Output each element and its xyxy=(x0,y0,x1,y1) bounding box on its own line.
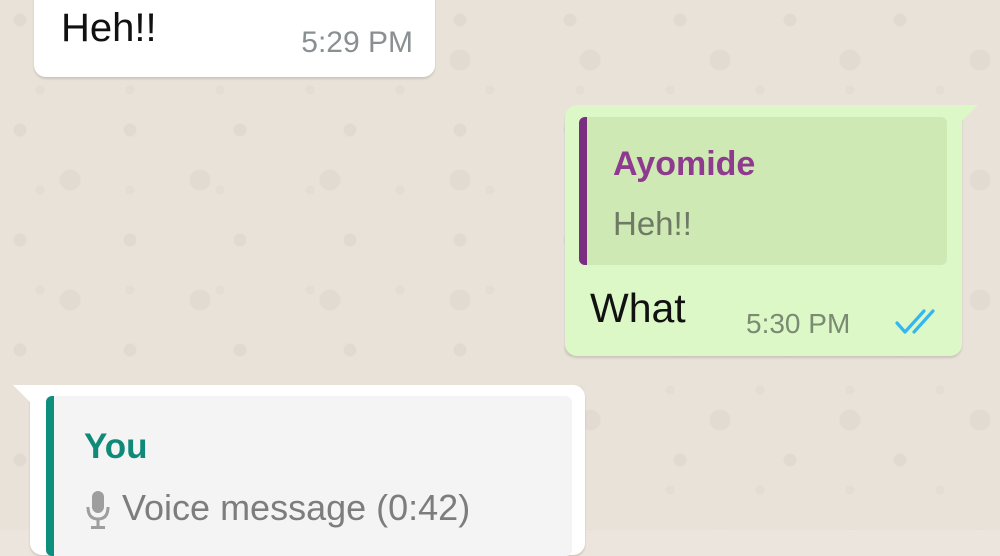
mic-icon xyxy=(86,491,110,529)
message-bubble-outgoing[interactable]: Ayomide Heh!! What 5:30 PM xyxy=(565,105,978,356)
message-time: 5:30 PM xyxy=(746,308,851,339)
quoted-author: You xyxy=(84,427,148,466)
quoted-message[interactable]: You Voice message (0:42) xyxy=(46,396,572,556)
quoted-message[interactable]: Ayomide Heh!! xyxy=(579,117,947,265)
quote-accent-bar xyxy=(46,396,54,556)
message-time: 5:29 PM xyxy=(301,26,413,59)
message-text: What xyxy=(590,285,686,331)
bubble-tail xyxy=(960,105,978,123)
quoted-text: Voice message (0:42) xyxy=(122,487,471,528)
message-text: Heh!! xyxy=(61,6,157,50)
quote-accent-bar xyxy=(579,117,587,265)
message-bubble-incoming[interactable]: Heh!! 5:29 PM xyxy=(34,0,435,77)
quoted-author: Ayomide xyxy=(613,145,756,183)
quoted-text: Heh!! xyxy=(613,205,692,242)
double-check-icon xyxy=(895,309,935,334)
bubble-tail xyxy=(13,385,31,403)
